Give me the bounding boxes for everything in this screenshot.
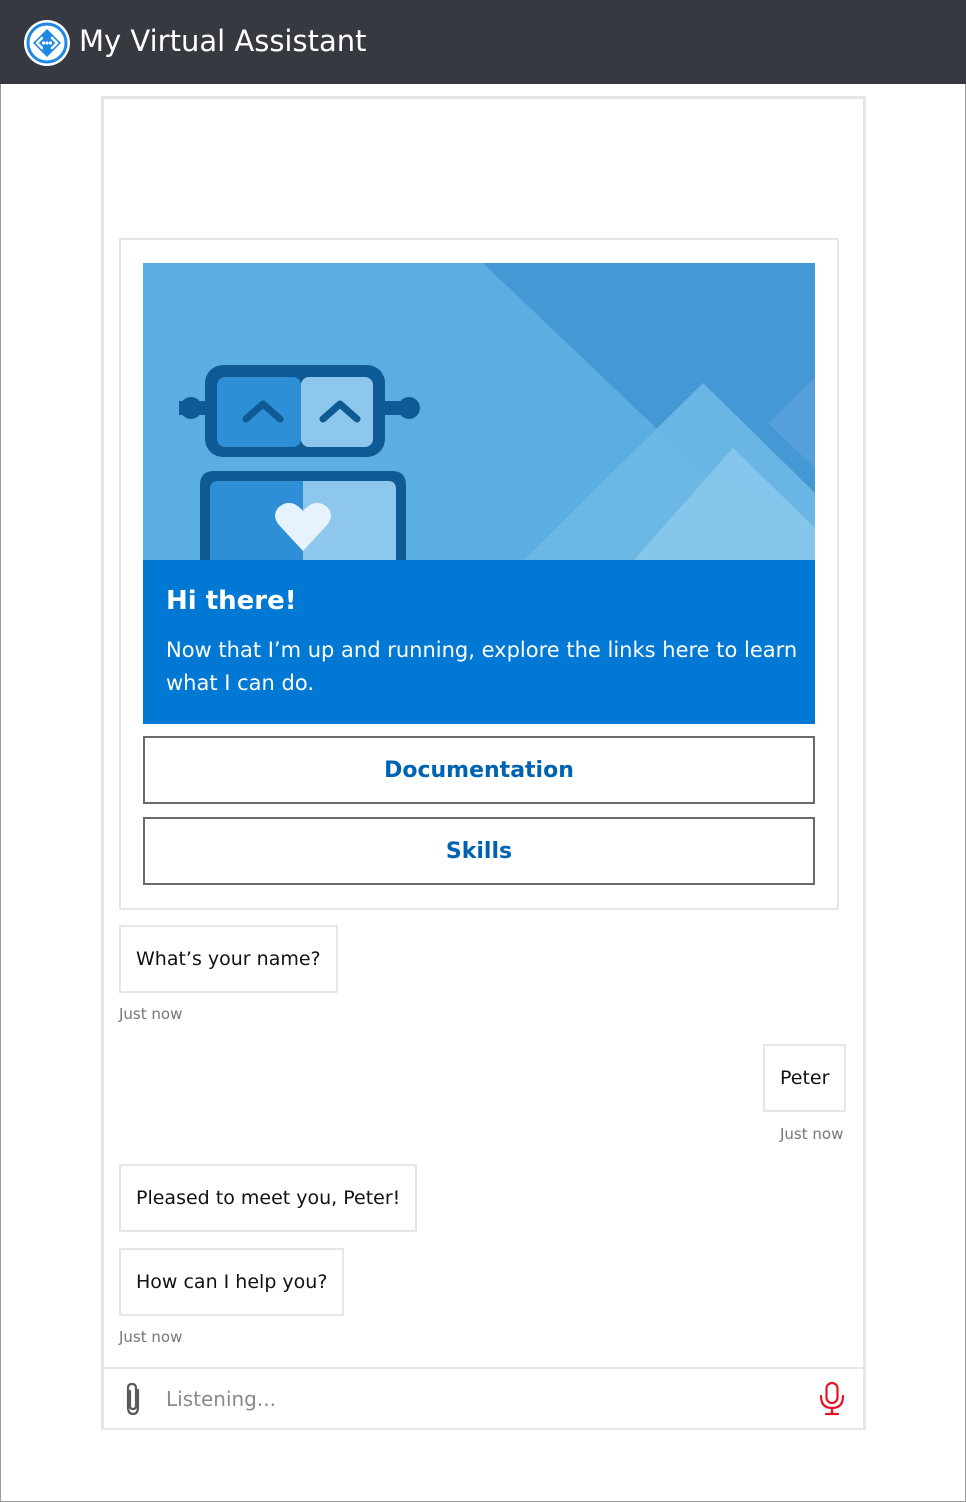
card-title: Hi there! bbox=[166, 586, 297, 616]
window-border-left bbox=[0, 84, 1, 1502]
bot-message-bubble: What’s your name? bbox=[119, 925, 338, 993]
paperclip-icon[interactable] bbox=[122, 1381, 144, 1421]
send-box bbox=[104, 1367, 863, 1428]
message-timestamp: Just now bbox=[119, 1328, 183, 1346]
message-timestamp: Just now bbox=[119, 1005, 183, 1023]
message-timestamp: Just now bbox=[780, 1125, 844, 1143]
card-body: Now that I’m up and running, explore the… bbox=[166, 638, 798, 695]
user-message-bubble: Peter bbox=[763, 1044, 847, 1112]
microphone-icon[interactable] bbox=[818, 1381, 846, 1421]
card-text-panel: Hi there! Now that I’m up and running, e… bbox=[143, 560, 815, 724]
bot-logo-icon bbox=[24, 20, 70, 66]
message-input[interactable] bbox=[166, 1379, 786, 1419]
app-header: My Virtual Assistant bbox=[0, 0, 966, 84]
bot-message-bubble: How can I help you? bbox=[119, 1248, 345, 1316]
bot-message-bubble: Pleased to meet you, Peter! bbox=[119, 1164, 418, 1232]
documentation-button[interactable]: Documentation bbox=[143, 736, 815, 804]
robot-illustration bbox=[143, 263, 815, 561]
skills-button[interactable]: Skills bbox=[143, 817, 815, 885]
app-title: My Virtual Assistant bbox=[79, 24, 367, 58]
